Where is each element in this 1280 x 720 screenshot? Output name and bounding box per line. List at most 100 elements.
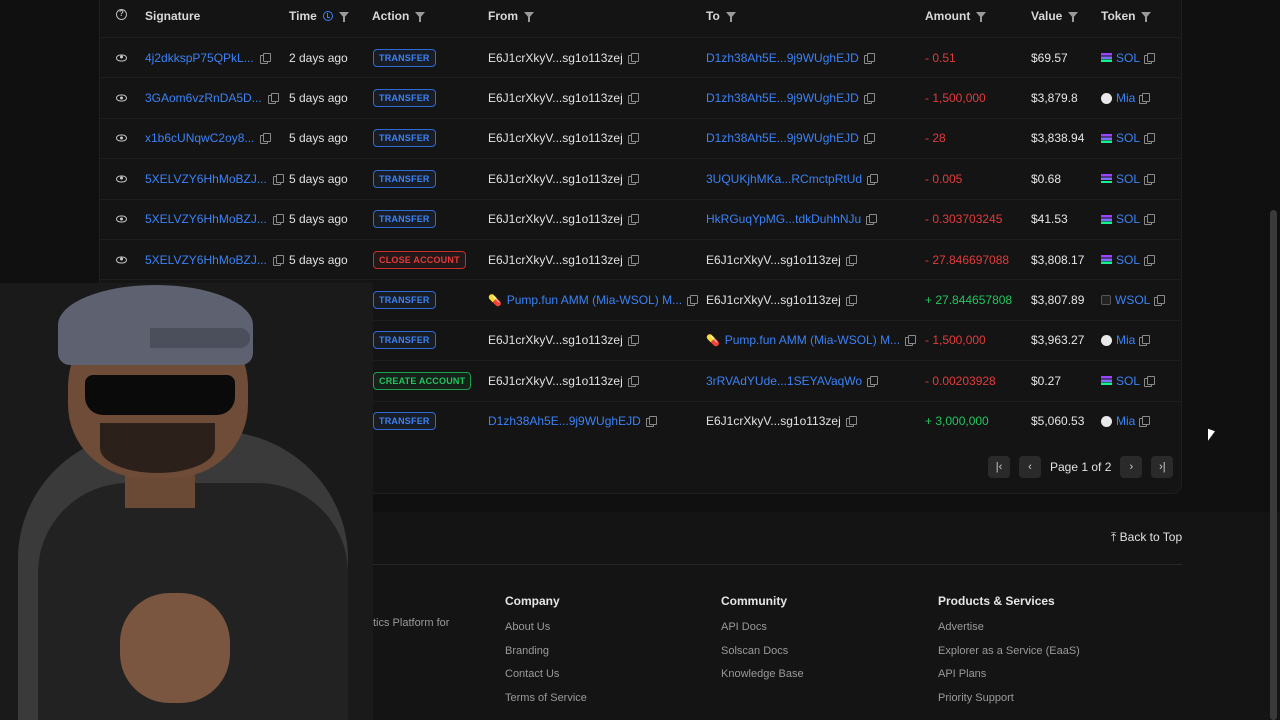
view-eye-icon[interactable] (116, 256, 127, 264)
copy-icon[interactable] (845, 416, 857, 428)
footer-link[interactable]: Solscan Docs (721, 645, 804, 669)
prev-page-button[interactable]: ‹ (1019, 456, 1041, 478)
signature-link[interactable]: 5XELVZY6HhMoBZJ... (145, 212, 267, 226)
copy-icon[interactable] (867, 375, 879, 387)
view-eye-icon[interactable] (116, 54, 127, 62)
copy-icon[interactable] (272, 254, 284, 266)
to-address[interactable]: D1zh38Ah5E...9j9WUghEJD (706, 91, 859, 105)
copy-icon[interactable] (845, 295, 857, 307)
from-address[interactable]: D1zh38Ah5E...9j9WUghEJD (488, 414, 641, 428)
last-page-button[interactable]: ›| (1151, 456, 1174, 478)
to-address[interactable]: E6J1crXkyV...sg1o113zej (706, 414, 841, 428)
from-address[interactable]: E6J1crXkyV...sg1o113zej (488, 131, 623, 145)
copy-icon[interactable] (627, 254, 639, 266)
copy-icon[interactable] (627, 375, 639, 387)
to-address[interactable]: 3UQUKjhMKa...RCmctpRtUd (706, 172, 862, 186)
token-link[interactable]: Mia (1116, 91, 1135, 105)
token-link[interactable]: SOL (1116, 212, 1140, 226)
to-address[interactable]: E6J1crXkyV...sg1o113zej (706, 253, 841, 267)
from-address[interactable]: E6J1crXkyV...sg1o113zej (488, 212, 623, 226)
signature-link[interactable]: 5XELVZY6HhMoBZJ... (145, 172, 267, 186)
filter-icon[interactable] (1068, 11, 1079, 22)
filter-icon[interactable] (976, 11, 987, 22)
clock-icon[interactable] (322, 11, 333, 21)
filter-icon[interactable] (415, 11, 426, 22)
copy-icon[interactable] (627, 173, 639, 185)
footer-link[interactable]: Explorer as a Service (EaaS) (938, 645, 1080, 669)
copy-icon[interactable] (259, 52, 271, 64)
filter-icon[interactable] (1141, 11, 1152, 22)
token-link[interactable]: SOL (1116, 374, 1140, 388)
copy-icon[interactable] (645, 416, 657, 428)
token-link[interactable]: Mia (1116, 414, 1135, 428)
copy-icon[interactable] (260, 133, 272, 145)
copy-icon[interactable] (1144, 173, 1156, 185)
footer-link[interactable]: Terms of Service (505, 692, 587, 716)
copy-icon[interactable] (1144, 133, 1156, 145)
footer-link[interactable]: Branding (505, 645, 587, 669)
footer-link[interactable]: Contact Us (505, 668, 587, 692)
from-address[interactable]: E6J1crXkyV...sg1o113zej (488, 91, 623, 105)
from-address[interactable]: E6J1crXkyV...sg1o113zej (488, 333, 623, 347)
copy-icon[interactable] (866, 214, 878, 226)
filter-icon[interactable] (725, 11, 736, 22)
copy-icon[interactable] (267, 93, 279, 105)
from-address[interactable]: E6J1crXkyV...sg1o113zej (488, 253, 623, 267)
to-address[interactable]: HkRGuqYpMG...tdkDuhhNJu (706, 212, 861, 226)
page-scrollbar[interactable] (1270, 210, 1277, 720)
from-address[interactable]: Pump.fun AMM (Mia-WSOL) M... (507, 293, 682, 307)
copy-icon[interactable] (1144, 375, 1156, 387)
view-eye-icon[interactable] (116, 215, 127, 223)
copy-icon[interactable] (867, 173, 879, 185)
to-address[interactable]: D1zh38Ah5E...9j9WUghEJD (706, 51, 859, 65)
from-address[interactable]: E6J1crXkyV...sg1o113zej (488, 51, 623, 65)
next-page-button[interactable]: › (1120, 456, 1143, 478)
token-link[interactable]: SOL (1116, 253, 1140, 267)
view-eye-icon[interactable] (116, 134, 127, 142)
copy-icon[interactable] (627, 133, 639, 145)
copy-icon[interactable] (687, 295, 699, 307)
copy-icon[interactable] (627, 214, 639, 226)
copy-icon[interactable] (1144, 214, 1156, 226)
first-page-button[interactable]: |‹ (988, 456, 1010, 478)
to-address[interactable]: 3rRVAdYUde...1SEYAVaqWo (706, 374, 862, 388)
copy-icon[interactable] (863, 52, 875, 64)
copy-icon[interactable] (1144, 254, 1156, 266)
copy-icon[interactable] (1144, 52, 1156, 64)
back-to-top-link[interactable]: ⤒ Back to Top (1111, 530, 1182, 545)
copy-icon[interactable] (1154, 295, 1166, 307)
footer-link[interactable]: Priority Support (938, 692, 1080, 716)
footer-link[interactable]: API Plans (938, 668, 1080, 692)
footer-link[interactable]: API Docs (721, 621, 804, 645)
footer-link[interactable]: Advertise (938, 621, 1080, 645)
from-address[interactable]: E6J1crXkyV...sg1o113zej (488, 374, 623, 388)
copy-icon[interactable] (863, 133, 875, 145)
view-eye-icon[interactable] (116, 94, 127, 102)
signature-link[interactable]: 4j2dkkspP75QPkL... (145, 51, 254, 65)
from-address[interactable]: E6J1crXkyV...sg1o113zej (488, 172, 623, 186)
copy-icon[interactable] (863, 93, 875, 105)
copy-icon[interactable] (627, 93, 639, 105)
copy-icon[interactable] (1139, 93, 1151, 105)
token-link[interactable]: Mia (1116, 333, 1135, 347)
signature-link[interactable]: 3GAom6vzRnDA5D... (145, 91, 262, 105)
signature-link[interactable]: x1b6cUNqwC2oy8... (145, 131, 254, 145)
copy-icon[interactable] (272, 173, 284, 185)
footer-link[interactable]: Knowledge Base (721, 668, 804, 692)
to-address[interactable]: D1zh38Ah5E...9j9WUghEJD (706, 131, 859, 145)
footer-link[interactable]: About Us (505, 621, 587, 645)
token-link[interactable]: SOL (1116, 51, 1140, 65)
filter-icon[interactable] (524, 11, 534, 22)
token-link[interactable]: WSOL (1115, 293, 1150, 307)
to-address[interactable]: Pump.fun AMM (Mia-WSOL) M... (725, 333, 900, 347)
token-link[interactable]: SOL (1116, 172, 1140, 186)
to-address[interactable]: E6J1crXkyV...sg1o113zej (706, 293, 841, 307)
copy-icon[interactable] (1139, 335, 1151, 347)
copy-icon[interactable] (627, 335, 639, 347)
signature-link[interactable]: 5XELVZY6HhMoBZJ... (145, 253, 267, 267)
copy-icon[interactable] (1139, 416, 1151, 428)
copy-icon[interactable] (905, 335, 917, 347)
token-link[interactable]: SOL (1116, 131, 1140, 145)
info-icon[interactable]: ? (116, 9, 127, 20)
copy-icon[interactable] (845, 254, 857, 266)
